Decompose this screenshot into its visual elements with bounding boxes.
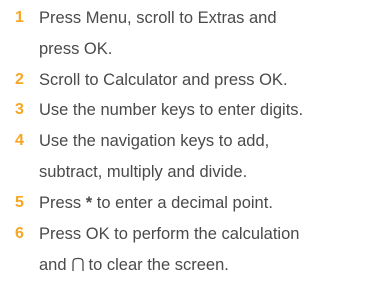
step-text: Press * to enter a decimal point.: [39, 193, 369, 213]
step-number: 4: [15, 132, 24, 149]
star-key-symbol: *: [85, 194, 93, 212]
step-text-suffix: to clear the screen.: [88, 256, 229, 274]
step-number: 6: [15, 225, 24, 242]
step-text-prefix: Press: [39, 194, 82, 212]
step-number: 2: [15, 71, 24, 88]
step-number: 3: [15, 101, 24, 118]
step-text-prefix: and: [39, 256, 67, 274]
step-text-suffix: to enter a decimal point.: [96, 194, 273, 212]
step-text-continued: press OK.: [39, 40, 113, 58]
step-text: Scroll to Calculator and press OK.: [39, 71, 288, 89]
clear-key-icon: [71, 257, 85, 277]
step-text-continued: subtract, multiply and divide.: [39, 163, 248, 181]
step-number: 5: [15, 194, 24, 211]
step-text-continued: and to clear the screen.: [39, 255, 229, 277]
step-text: Use the number keys to enter digits.: [39, 101, 304, 119]
step-text: Press Menu, scroll to Extras and: [39, 9, 277, 27]
step-text: Use the navigation keys to add,: [39, 132, 270, 150]
step-number: 1: [15, 9, 24, 26]
step-text: Press OK to perform the calculation: [39, 225, 300, 243]
